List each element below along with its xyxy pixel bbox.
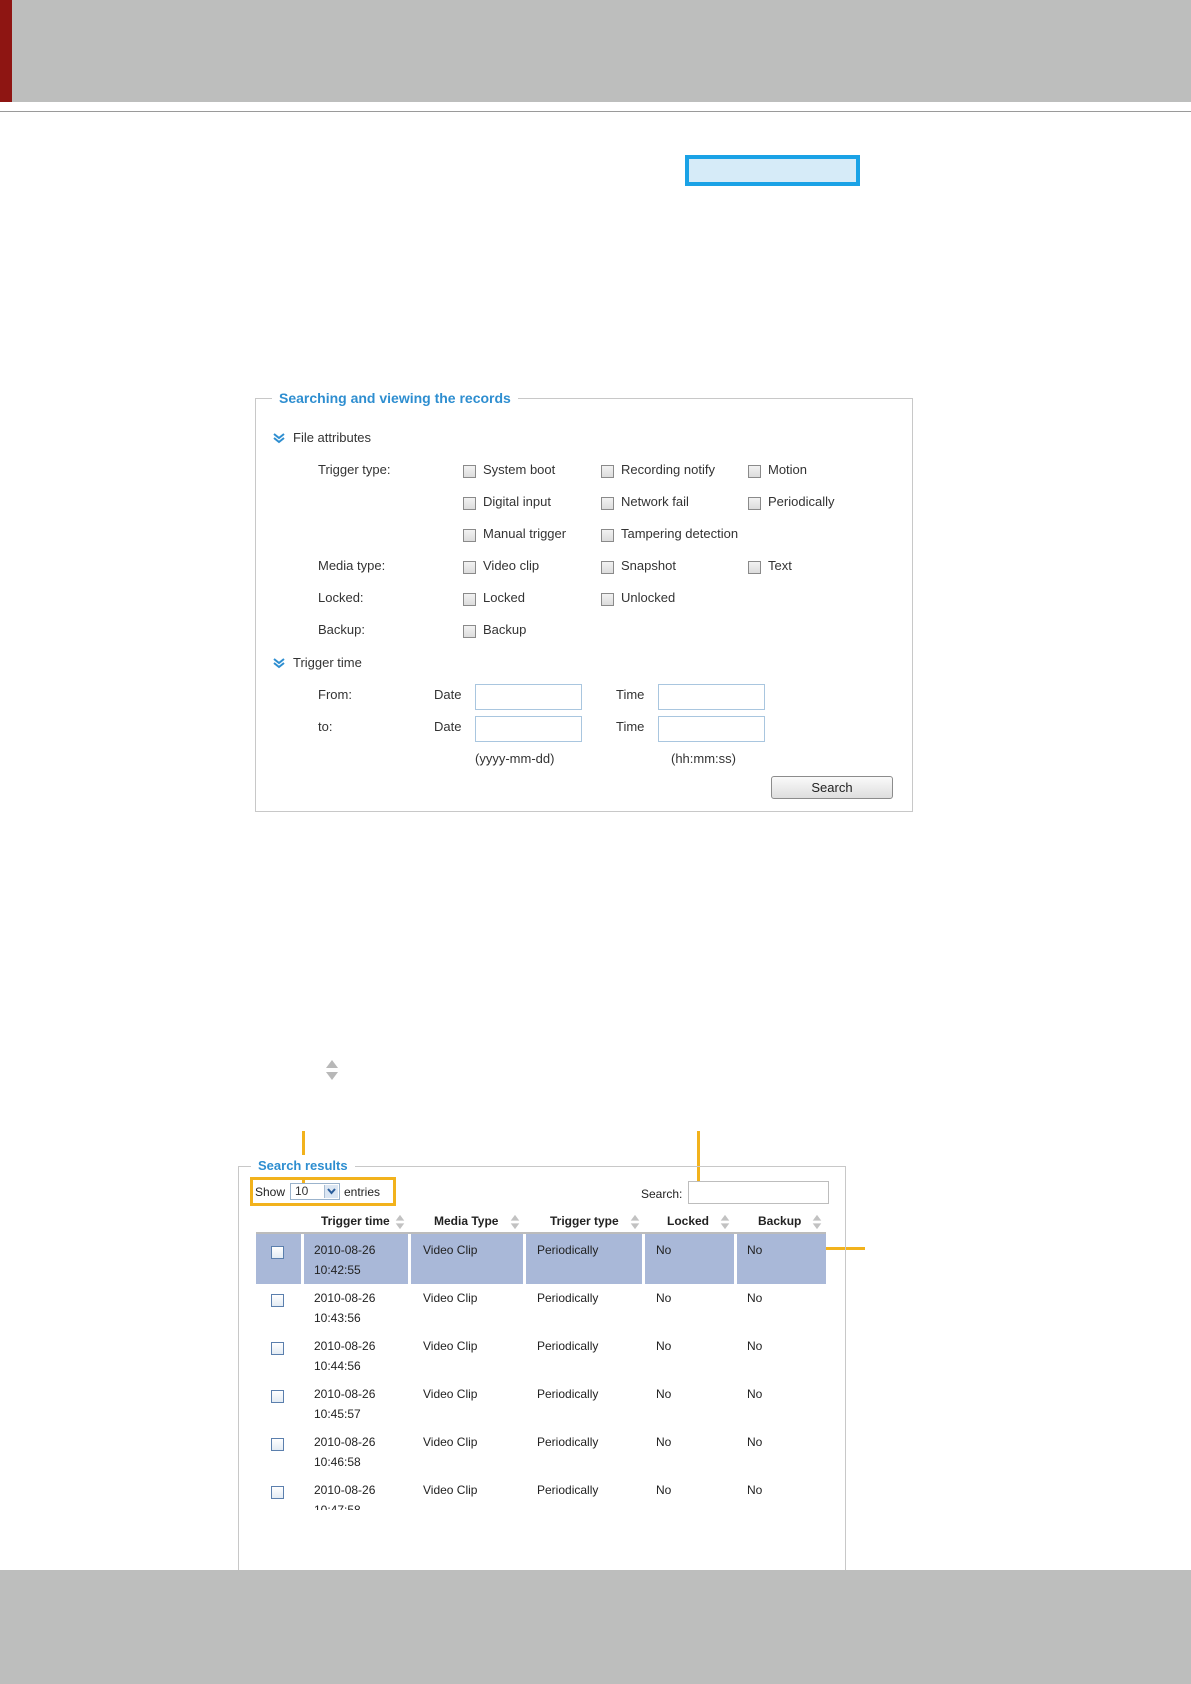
cell-backup: No <box>747 1435 763 1449</box>
cell-trigger-time: 10:45:57 <box>314 1407 361 1421</box>
cell-media-type: Video Clip <box>423 1387 478 1401</box>
column-divider <box>734 1234 737 1284</box>
cell-backup: No <box>747 1291 763 1305</box>
cell-media-type: Video Clip <box>423 1291 478 1305</box>
footer-bar <box>0 1570 1191 1684</box>
row-checkbox[interactable] <box>271 1342 284 1355</box>
cell-media-type: Video Clip <box>423 1483 478 1497</box>
cell-trigger-type: Periodically <box>537 1435 599 1449</box>
cell-trigger-date: 2010-08-26 <box>314 1483 376 1497</box>
cell-locked: No <box>656 1387 672 1401</box>
cell-trigger-type: Periodically <box>537 1291 599 1305</box>
cell-backup: No <box>747 1243 763 1257</box>
cell-locked: No <box>656 1291 672 1305</box>
cell-trigger-type: Periodically <box>537 1243 599 1257</box>
results-table: 2010-08-26 10:42:55 Video Clip Periodically… <box>0 0 1191 1510</box>
cell-trigger-time: 10:47:58 <box>314 1503 361 1510</box>
cell-trigger-date: 2010-08-26 <box>314 1387 376 1401</box>
cell-media-type: Video Clip <box>423 1435 478 1449</box>
column-divider <box>642 1234 645 1284</box>
row-checkbox[interactable] <box>271 1390 284 1403</box>
cell-trigger-type: Periodically <box>537 1483 599 1497</box>
cell-media-type: Video Clip <box>423 1243 478 1257</box>
cell-locked: No <box>656 1483 672 1497</box>
column-divider <box>408 1234 411 1284</box>
cell-trigger-date: 2010-08-26 <box>314 1435 376 1449</box>
cell-trigger-type: Periodically <box>537 1339 599 1353</box>
cell-trigger-time: 10:42:55 <box>314 1263 361 1277</box>
cell-trigger-date: 2010-08-26 <box>314 1243 376 1257</box>
row-checkbox[interactable] <box>271 1486 284 1499</box>
cell-trigger-time: 10:43:56 <box>314 1311 361 1325</box>
cell-trigger-time: 10:46:58 <box>314 1455 361 1469</box>
column-divider <box>301 1234 304 1284</box>
cell-locked: No <box>656 1339 672 1353</box>
row-checkbox[interactable] <box>271 1246 284 1259</box>
cell-trigger-date: 2010-08-26 <box>314 1291 376 1305</box>
cell-locked: No <box>656 1435 672 1449</box>
cell-backup: No <box>747 1339 763 1353</box>
cell-locked: No <box>656 1243 672 1257</box>
row-checkbox[interactable] <box>271 1294 284 1307</box>
cell-trigger-time: 10:44:56 <box>314 1359 361 1373</box>
cell-backup: No <box>747 1387 763 1401</box>
cell-trigger-type: Periodically <box>537 1387 599 1401</box>
cell-backup: No <box>747 1483 763 1497</box>
cell-media-type: Video Clip <box>423 1339 478 1353</box>
cell-trigger-date: 2010-08-26 <box>314 1339 376 1353</box>
row-checkbox[interactable] <box>271 1438 284 1451</box>
column-divider <box>523 1234 526 1284</box>
